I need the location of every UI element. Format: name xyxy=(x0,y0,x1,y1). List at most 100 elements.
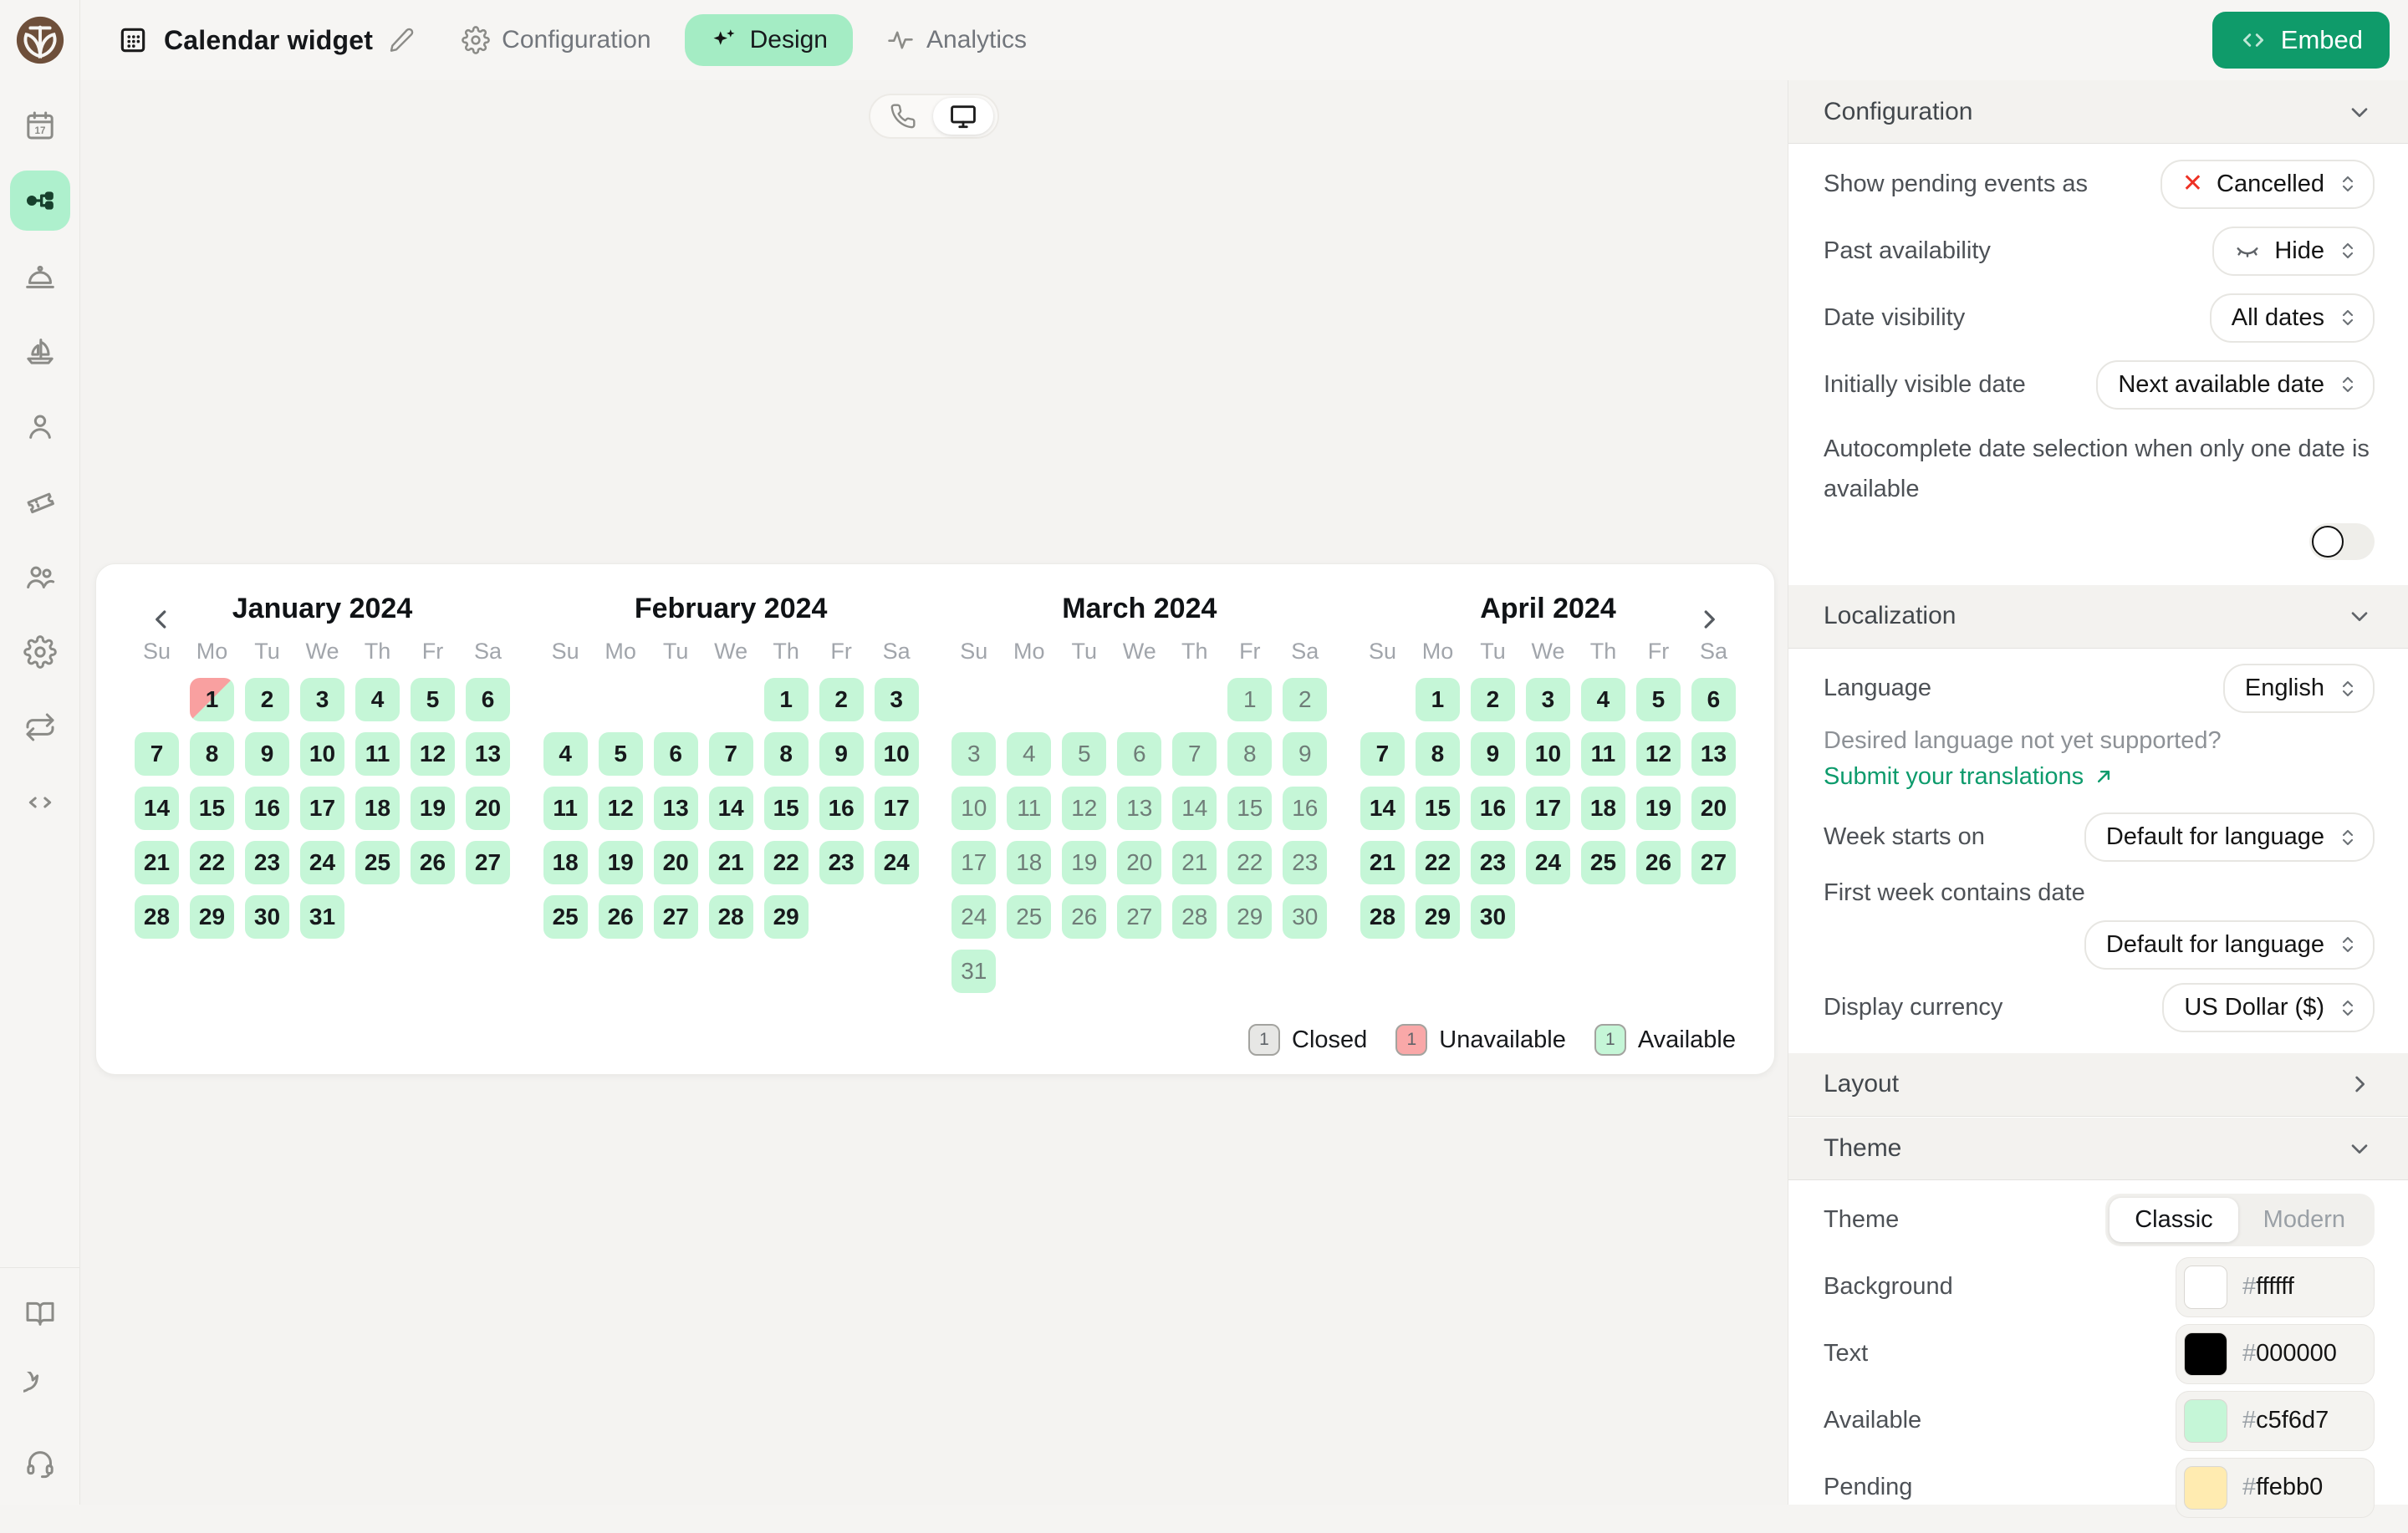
day-cell[interactable]: 2 xyxy=(1283,678,1327,721)
section-header-localization[interactable]: Localization xyxy=(1788,585,2408,649)
day-cell[interactable]: 9 xyxy=(1283,732,1327,776)
day-cell[interactable]: 10 xyxy=(1526,732,1570,776)
day-cell[interactable]: 27 xyxy=(1691,841,1736,884)
language-select[interactable]: English xyxy=(2223,664,2375,713)
background-color-input[interactable]: #ffffff xyxy=(2176,1257,2375,1317)
day-cell[interactable]: 28 xyxy=(135,895,179,939)
day-cell[interactable]: 21 xyxy=(135,841,179,884)
day-cell[interactable]: 20 xyxy=(1691,787,1736,830)
day-cell[interactable]: 15 xyxy=(1227,787,1272,830)
day-cell[interactable]: 19 xyxy=(411,787,455,830)
first-week-select[interactable]: Default for language xyxy=(2084,920,2375,970)
day-cell[interactable]: 18 xyxy=(1581,787,1625,830)
day-cell[interactable]: 27 xyxy=(1117,895,1161,939)
app-logo[interactable] xyxy=(0,0,80,80)
sidebar-item-settings[interactable] xyxy=(10,622,70,682)
calendar-prev-button[interactable] xyxy=(143,601,180,638)
submit-translations-link[interactable]: Submit your translations xyxy=(1824,763,2115,791)
week-starts-select[interactable]: Default for language xyxy=(2084,812,2375,862)
day-cell[interactable]: 20 xyxy=(654,841,698,884)
day-cell[interactable]: 17 xyxy=(875,787,919,830)
day-cell[interactable]: 4 xyxy=(543,732,588,776)
day-cell[interactable]: 24 xyxy=(1526,841,1570,884)
day-cell[interactable]: 22 xyxy=(1227,841,1272,884)
day-cell[interactable]: 27 xyxy=(466,841,510,884)
section-header-theme[interactable]: Theme xyxy=(1788,1117,2408,1180)
day-cell[interactable]: 27 xyxy=(654,895,698,939)
pending-color-input[interactable]: #ffebb0 xyxy=(2176,1458,2375,1518)
day-cell[interactable]: 5 xyxy=(1636,678,1681,721)
day-cell[interactable]: 28 xyxy=(1360,895,1405,939)
day-cell[interactable]: 23 xyxy=(1471,841,1515,884)
day-cell[interactable]: 9 xyxy=(819,732,864,776)
day-cell[interactable]: 10 xyxy=(300,732,344,776)
day-cell[interactable]: 23 xyxy=(245,841,289,884)
day-cell[interactable]: 22 xyxy=(190,841,234,884)
embed-button[interactable]: Embed xyxy=(2212,12,2390,69)
sidebar-item-support[interactable] xyxy=(10,1434,70,1494)
day-cell[interactable]: 13 xyxy=(466,732,510,776)
day-cell[interactable]: 5 xyxy=(1062,732,1106,776)
day-cell[interactable]: 14 xyxy=(1360,787,1405,830)
day-cell[interactable]: 24 xyxy=(300,841,344,884)
day-cell[interactable]: 12 xyxy=(1062,787,1106,830)
sidebar-item-recurring[interactable] xyxy=(10,697,70,757)
day-cell[interactable]: 4 xyxy=(1581,678,1625,721)
day-cell[interactable]: 8 xyxy=(1227,732,1272,776)
day-cell[interactable]: 8 xyxy=(764,732,809,776)
day-cell[interactable]: 30 xyxy=(1283,895,1327,939)
device-phone-button[interactable] xyxy=(873,98,933,135)
day-cell[interactable]: 26 xyxy=(411,841,455,884)
day-cell[interactable]: 24 xyxy=(875,841,919,884)
sidebar-item-team[interactable] xyxy=(10,547,70,607)
day-cell[interactable]: 20 xyxy=(1117,841,1161,884)
day-cell[interactable]: 29 xyxy=(1227,895,1272,939)
section-header-configuration[interactable]: Configuration xyxy=(1788,80,2408,144)
day-cell[interactable]: 16 xyxy=(1471,787,1515,830)
day-cell[interactable]: 4 xyxy=(1007,732,1051,776)
date-visibility-select[interactable]: All dates xyxy=(2210,293,2375,343)
day-cell[interactable]: 30 xyxy=(1471,895,1515,939)
text-color-input[interactable]: #000000 xyxy=(2176,1324,2375,1384)
day-cell[interactable]: 1 xyxy=(764,678,809,721)
sidebar-item-services[interactable] xyxy=(10,246,70,306)
calendar-next-button[interactable] xyxy=(1691,601,1727,638)
day-cell[interactable]: 28 xyxy=(1172,895,1217,939)
day-cell[interactable]: 14 xyxy=(709,787,753,830)
day-cell[interactable]: 12 xyxy=(1636,732,1681,776)
sidebar-item-customers[interactable] xyxy=(10,396,70,456)
day-cell[interactable]: 13 xyxy=(654,787,698,830)
day-cell[interactable]: 23 xyxy=(819,841,864,884)
sidebar-item-docs[interactable] xyxy=(10,1283,70,1343)
day-cell[interactable]: 13 xyxy=(1691,732,1736,776)
day-cell[interactable]: 25 xyxy=(355,841,400,884)
day-cell[interactable]: 20 xyxy=(466,787,510,830)
day-cell[interactable]: 6 xyxy=(654,732,698,776)
day-cell[interactable]: 1 xyxy=(190,678,234,721)
theme-option-modern[interactable]: Modern xyxy=(2238,1198,2370,1242)
sidebar-item-calendar[interactable]: 17 xyxy=(10,95,70,155)
autocomplete-toggle[interactable] xyxy=(2309,523,2375,560)
day-cell[interactable]: 31 xyxy=(951,950,996,993)
day-cell[interactable]: 21 xyxy=(709,841,753,884)
day-cell[interactable]: 14 xyxy=(135,787,179,830)
day-cell[interactable]: 7 xyxy=(1172,732,1217,776)
day-cell[interactable]: 15 xyxy=(1416,787,1460,830)
day-cell[interactable]: 3 xyxy=(875,678,919,721)
day-cell[interactable]: 26 xyxy=(599,895,643,939)
past-availability-select[interactable]: Hide xyxy=(2212,227,2375,276)
display-currency-select[interactable]: US Dollar ($) xyxy=(2162,983,2375,1032)
day-cell[interactable]: 28 xyxy=(709,895,753,939)
sidebar-item-resources[interactable] xyxy=(10,321,70,381)
day-cell[interactable]: 19 xyxy=(1636,787,1681,830)
day-cell[interactable]: 6 xyxy=(466,678,510,721)
day-cell[interactable]: 12 xyxy=(411,732,455,776)
day-cell[interactable]: 11 xyxy=(1581,732,1625,776)
day-cell[interactable]: 25 xyxy=(1581,841,1625,884)
day-cell[interactable]: 10 xyxy=(951,787,996,830)
sidebar-item-developer[interactable] xyxy=(10,772,70,833)
day-cell[interactable]: 3 xyxy=(951,732,996,776)
day-cell[interactable]: 17 xyxy=(300,787,344,830)
day-cell[interactable]: 7 xyxy=(709,732,753,776)
initially-visible-date-select[interactable]: Next available date xyxy=(2096,360,2375,410)
